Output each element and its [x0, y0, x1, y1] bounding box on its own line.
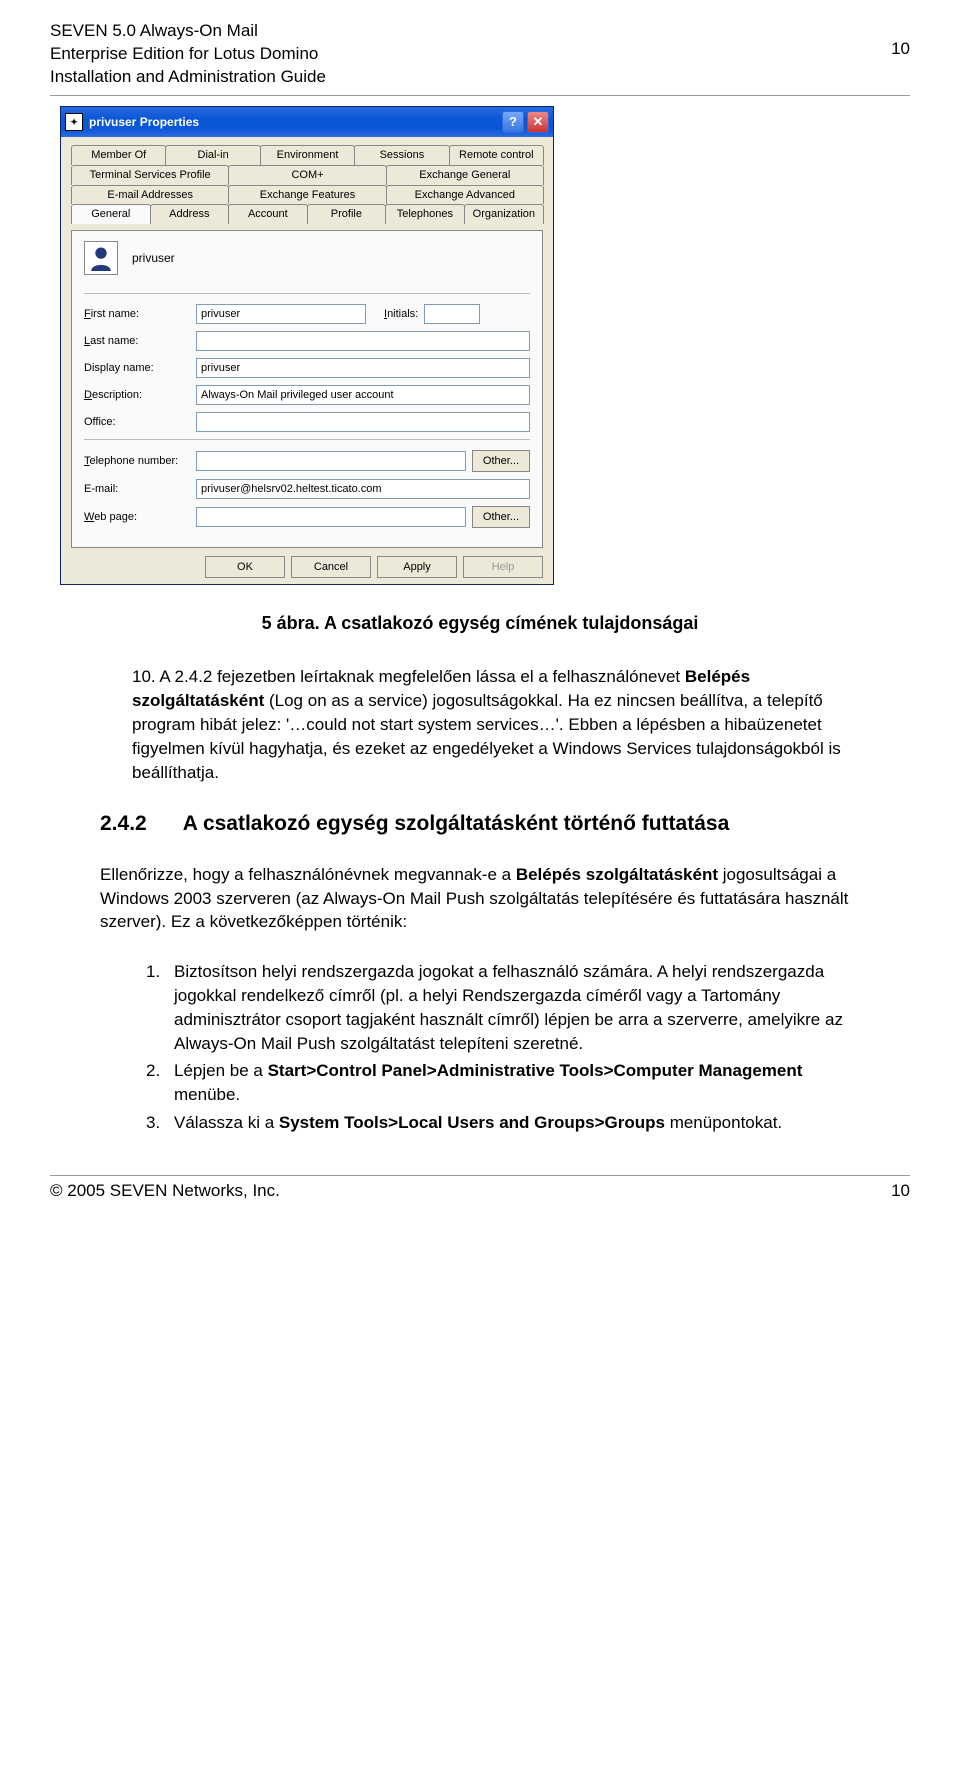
label-email: E-mail: — [84, 482, 196, 497]
tab-exchange-general[interactable]: Exchange General — [386, 165, 544, 185]
list-item: 3. Válassza ki a System Tools>Local User… — [146, 1111, 860, 1135]
label-display-name: Display name: — [84, 361, 196, 376]
list-number: 2. — [146, 1059, 174, 1107]
tab-remote-control[interactable]: Remote control — [449, 145, 544, 165]
header-page-number: 10 — [891, 20, 910, 61]
numbered-list: 1. Biztosítson helyi rendszergazda jogok… — [146, 960, 860, 1135]
para1-a: 10. A 2.4.2 fejezetben leírtaknak megfel… — [132, 667, 685, 686]
email-input[interactable] — [196, 479, 530, 499]
window-title: privuser Properties — [89, 114, 199, 130]
initials-input[interactable] — [424, 304, 480, 324]
tab-terminal-services-profile[interactable]: Terminal Services Profile — [71, 165, 229, 185]
header-text: SEVEN 5.0 Always-On Mail Enterprise Edit… — [50, 20, 326, 89]
list-item: 1. Biztosítson helyi rendszergazda jogok… — [146, 960, 860, 1055]
header-line1: SEVEN 5.0 Always-On Mail — [50, 20, 326, 43]
label-telephone: Telephone number: — [84, 454, 196, 469]
webpage-input[interactable] — [196, 507, 466, 527]
list-text-3: Válassza ki a System Tools>Local Users a… — [174, 1111, 782, 1135]
tab-email-addresses[interactable]: E-mail Addresses — [71, 185, 229, 205]
help-dialog-button[interactable]: Help — [463, 556, 543, 578]
tab-exchange-advanced[interactable]: Exchange Advanced — [386, 185, 544, 205]
telephone-input[interactable] — [196, 451, 466, 471]
list-number: 3. — [146, 1111, 174, 1135]
label-description: Description: — [84, 388, 196, 403]
label-first-name: First name: — [84, 307, 196, 322]
section-heading: 2.4.2 A csatlakozó egység szolgáltatáskén… — [100, 810, 910, 838]
cancel-button[interactable]: Cancel — [291, 556, 371, 578]
header-line2: Enterprise Edition for Lotus Domino — [50, 43, 326, 66]
username-display: privuser — [132, 250, 175, 266]
para2-a: Ellenőrizze, hogy a felhasználónévnek me… — [100, 865, 516, 884]
tab-address[interactable]: Address — [150, 204, 230, 224]
tab-organization[interactable]: Organization — [464, 204, 544, 224]
dialog-screenshot: ✦ privuser Properties ? ✕ Member Of Dial… — [60, 106, 910, 585]
titlebar[interactable]: ✦ privuser Properties ? ✕ — [61, 107, 553, 137]
label-office: Office: — [84, 415, 196, 430]
paragraph-2: Ellenőrizze, hogy a felhasználónévnek me… — [100, 863, 860, 934]
section-number: 2.4.2 — [100, 812, 147, 835]
tab-telephones[interactable]: Telephones — [385, 204, 465, 224]
section-title: A csatlakozó egység szolgáltatásként tör… — [183, 812, 730, 835]
footer-page-number: 10 — [891, 1180, 910, 1203]
tab-sessions[interactable]: Sessions — [354, 145, 449, 165]
close-button[interactable]: ✕ — [527, 111, 549, 133]
label-last-name: Last name: — [84, 334, 196, 349]
tab-stack: Member Of Dial-in Environment Sessions R… — [71, 145, 543, 224]
tab-member-of[interactable]: Member Of — [71, 145, 166, 165]
tab-exchange-features[interactable]: Exchange Features — [228, 185, 386, 205]
page-footer: © 2005 SEVEN Networks, Inc. 10 — [50, 1175, 910, 1203]
list-item: 2. Lépjen be a Start>Control Panel>Admin… — [146, 1059, 860, 1107]
list-text-1: Biztosítson helyi rendszergazda jogokat … — [174, 960, 860, 1055]
first-name-input[interactable] — [196, 304, 366, 324]
properties-dialog: ✦ privuser Properties ? ✕ Member Of Dial… — [60, 106, 554, 585]
tab-com-plus[interactable]: COM+ — [228, 165, 386, 185]
page-header: SEVEN 5.0 Always-On Mail Enterprise Edit… — [50, 20, 910, 96]
para2-b: Belépés szolgáltatásként — [516, 865, 718, 884]
general-panel: privuser First name: Initials: Last name… — [71, 230, 543, 548]
tab-profile[interactable]: Profile — [307, 204, 387, 224]
tab-general[interactable]: General — [71, 204, 151, 224]
label-initials: Initials: — [384, 307, 418, 322]
paragraph-1: 10. A 2.4.2 fejezetben leírtaknak megfel… — [132, 665, 860, 784]
apply-button[interactable]: Apply — [377, 556, 457, 578]
help-button[interactable]: ? — [502, 111, 524, 133]
window-icon: ✦ — [65, 113, 83, 131]
telephone-other-button[interactable]: Other... — [472, 450, 530, 472]
figure-caption: 5 ábra. A csatlakozó egység címének tula… — [50, 611, 910, 635]
tab-environment[interactable]: Environment — [260, 145, 355, 165]
list-number: 1. — [146, 960, 174, 1055]
footer-copyright: © 2005 SEVEN Networks, Inc. — [50, 1180, 280, 1203]
description-input[interactable] — [196, 385, 530, 405]
header-line3: Installation and Administration Guide — [50, 66, 326, 89]
label-webpage: Web page: — [84, 510, 196, 525]
webpage-other-button[interactable]: Other... — [472, 506, 530, 528]
last-name-input[interactable] — [196, 331, 530, 351]
tab-dial-in[interactable]: Dial-in — [165, 145, 260, 165]
display-name-input[interactable] — [196, 358, 530, 378]
office-input[interactable] — [196, 412, 530, 432]
user-avatar-icon — [84, 241, 118, 275]
tab-account[interactable]: Account — [228, 204, 308, 224]
list-text-2: Lépjen be a Start>Control Panel>Administ… — [174, 1059, 860, 1107]
ok-button[interactable]: OK — [205, 556, 285, 578]
